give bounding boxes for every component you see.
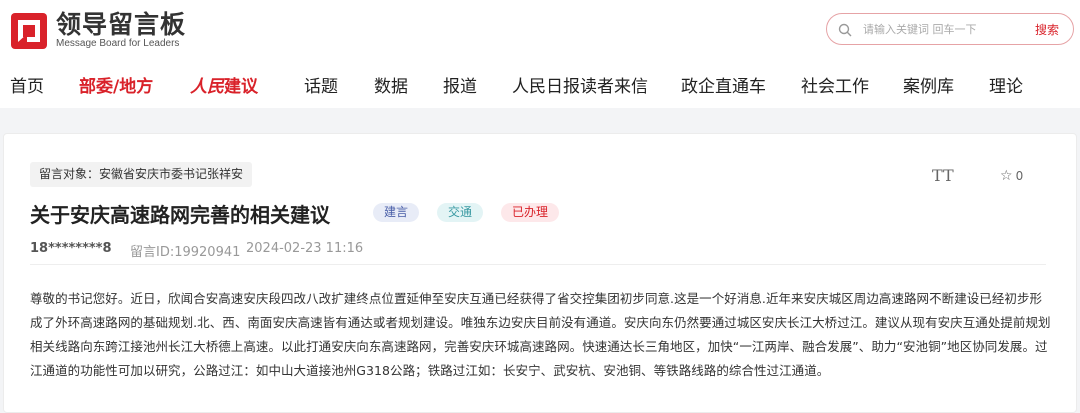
star-icon: ☆ [1000,168,1013,184]
message-body: 尊敬的书记您好。近日，欣闻合安高速安庆段四改八改扩建终点位置延伸至安庆互通已经获… [30,291,1051,378]
main-nav: 首页 部委/地方 人民建议 话题 数据 报道 人民日报读者来信 政企直通车 社会… [0,72,1080,102]
search-icon [838,22,852,41]
nav-case-library[interactable]: 案例库 [903,72,954,97]
logo-title: 领导留言板 [56,10,187,39]
tag-traffic: 交通 [437,203,484,222]
status-badge: 已办理 [501,203,560,222]
logo-icon [10,12,48,50]
search-box: 搜索 [826,13,1074,45]
logo-subtitle: Message Board for Leaders [56,38,180,49]
font-size-icon[interactable]: TT [932,166,954,185]
nav-people-suggestions[interactable]: 人民建议 [190,72,258,97]
nav-theory[interactable]: 理论 [989,72,1023,97]
nav-gov-business[interactable]: 政企直通车 [681,72,766,97]
message-id: 留言ID:19920941 [130,245,241,260]
nav-brand-script: 人民 [190,77,224,97]
nav-reports[interactable]: 报道 [443,72,477,97]
logo[interactable]: 领导留言板 Message Board for Leaders [10,12,186,50]
message-title: 关于安庆高速路网完善的相关建议 [30,203,330,227]
top-header: 领导留言板 Message Board for Leaders 搜索 首页 部委… [0,0,1080,108]
nav-brand-suffix: 建议 [224,77,258,97]
nav-reader-letters[interactable]: 人民日报读者来信 [512,72,648,97]
message-date: 2024-02-23 11:16 [246,241,364,256]
tag-suggestion: 建言 [373,203,420,222]
message-user: 18********8 [30,241,112,256]
favorite-button[interactable]: ☆ 0 [1000,168,1023,184]
search-button[interactable]: 搜索 [1035,21,1059,38]
favorite-count: 0 [1015,169,1024,183]
nav-home[interactable]: 首页 [10,72,44,97]
nav-data[interactable]: 数据 [374,72,408,97]
message-target: 留言对象：安徽省安庆市委书记张祥安 [30,162,253,187]
nav-ministries[interactable]: 部委/地方 [79,72,153,97]
nav-topics[interactable]: 话题 [304,72,338,97]
nav-social-work[interactable]: 社会工作 [801,72,869,97]
search-input[interactable] [863,20,1023,38]
divider [30,264,1046,265]
